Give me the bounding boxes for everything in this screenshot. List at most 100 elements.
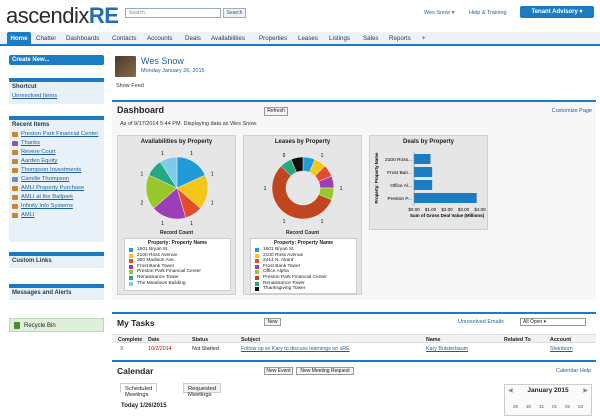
recent-item[interactable]: Aarden Equity [9,157,104,166]
tab-dashboards[interactable]: Dashboards [66,35,99,42]
recent-item[interactable]: Infinity Info Systems [9,202,104,211]
legend-swatch [255,253,259,258]
y-axis-label: Property: Property Name [374,152,379,203]
legend-entry: The Meadows Building [125,281,230,287]
record-icon [12,159,18,164]
recent-item-label: Infinity Info Systems [21,203,73,209]
calendar-day[interactable]: 03 [578,404,583,409]
search-input[interactable]: Search... [125,8,221,18]
help-link[interactable]: Help & Training [469,10,507,16]
slice-label: 1 [211,171,214,177]
bar[interactable] [414,154,431,164]
avatar[interactable] [115,56,136,77]
leases-donut[interactable]: 1 1 1 1 1 9 [244,148,363,233]
logo[interactable]: ascendixRE [6,3,119,29]
unresolved-emails-link[interactable]: Unresolved Emails [458,319,504,325]
col-date: Date [148,337,160,343]
shortcut-unresolved[interactable]: Unresolved Items [9,92,104,101]
record-icon [12,177,18,182]
user-name[interactable]: Wes Snow [141,56,184,66]
shortcut-title: Shortcut [12,84,37,90]
new-meeting-request-button[interactable]: New Meeting Request [296,367,354,375]
tab-scheduled-meetings[interactable]: Scheduled Meetings [120,383,158,398]
tick-label: $2.00 [441,207,453,212]
deals-chart-card[interactable]: Deals by Property 2100 Ross... Frost Ban.… [369,135,488,230]
recent-item-label: Aarden Equity [21,158,58,164]
calendar-day[interactable]: 30 [526,404,531,409]
search-button[interactable]: Search [223,8,246,18]
mini-calendar[interactable]: January 2015 ◀ ▶ 29 30 31 01 02 03 [504,384,592,416]
tab-contacts[interactable]: Contacts [112,35,136,42]
calendar-day[interactable]: 01 [552,404,557,409]
app-menu-button[interactable]: Tenant Advisory ▾ [520,6,594,18]
recent-item[interactable]: Preston Park Financial Center [9,130,104,139]
recycle-bin-label: Recycle Bin [24,323,56,329]
col-account: Account [550,337,572,343]
my-tasks-section: My Tasks New Unresolved Emails All Open … [112,312,596,356]
bar[interactable] [414,193,477,203]
bar[interactable] [414,167,433,177]
recent-item[interactable]: AMLI Property Purchase [9,184,104,193]
refresh-button[interactable]: Refresh [264,107,288,116]
calendar-day[interactable]: 31 [539,404,544,409]
tab-leases[interactable]: Leases [298,35,318,42]
slice-label: 1 [321,153,324,159]
recent-title: Recent Items [12,122,50,128]
leases-chart-card[interactable]: Leases by Property 1 1 1 1 1 9 Record Count P… [243,135,362,295]
slice-label: 1 [141,171,144,177]
show-feed-button[interactable]: Show Feed [116,83,144,89]
bar[interactable] [414,180,433,190]
legend-label: Preston Park Financial Center [137,269,201,275]
new-task-button[interactable]: New [264,318,281,326]
col-subject: Subject [241,337,261,343]
calendar-day[interactable]: 02 [565,404,570,409]
recycle-bin-icon [14,322,20,329]
recent-item-label: Revere Court [21,149,56,155]
custom-links-title: Custom Links [12,258,52,264]
recycle-bin[interactable]: Recycle Bin [9,318,104,332]
task-subject[interactable]: Follow up w/ Kary to discuss learnings o… [241,346,350,352]
tab-properties[interactable]: Properties [259,35,287,42]
recent-item[interactable]: Thanks [9,139,104,148]
chart-measure: Record Count [285,230,320,236]
tab-sales[interactable]: Sales [363,35,378,42]
tab-home[interactable]: Home [7,32,31,46]
legend-label: Office Alpha [263,269,289,275]
tab-deals[interactable]: Deals [185,35,201,42]
tab-availabilities[interactable]: Availabilities [211,35,245,42]
new-event-button[interactable]: New Event [264,367,293,375]
tab-accounts[interactable]: Accounts [147,35,172,42]
tick-label: $0.00 [408,207,420,212]
deals-bar-chart[interactable]: 2100 Ross... Frost Ban... Office Al... Pres… [370,148,489,228]
recent-item[interactable]: Thompson Investments [9,166,104,175]
recent-item[interactable]: AMLI [9,211,104,220]
recent-item-label: AMLI Property Purchase [21,185,85,191]
slice-label: 1 [321,219,324,225]
task-complete[interactable]: X [120,346,124,352]
customize-page-link[interactable]: Customize Page [552,108,592,114]
prev-month-icon[interactable]: ◀ [508,387,513,394]
user-menu[interactable]: Wes Snow ▾ [424,10,454,16]
task-account[interactable]: Steinborn [550,346,573,352]
task-name[interactable]: Kary Bulsterbaum [426,346,468,352]
tab-chatter[interactable]: Chatter [36,35,56,42]
tab-reports[interactable]: Reports [389,35,411,42]
tab-requested-meetings[interactable]: Requested Meetings [183,383,222,398]
calendar-title: Calendar [117,366,154,376]
legend-swatch [255,264,259,269]
task-filter-select[interactable]: All Open ▾ [520,318,586,326]
availabilities-pie[interactable]: 1 1 1 1 1 2 1 1 [118,148,237,233]
availabilities-chart-card[interactable]: Availabilities by Property 1 1 1 1 1 2 1 1 Reco… [117,135,236,295]
tab-listings[interactable]: Listings [329,35,350,42]
recent-item[interactable]: Revere Court [9,148,104,157]
recent-item[interactable]: Camille Thompson [9,175,104,184]
create-new-button[interactable]: Create New... [9,55,104,65]
chart-title: Leases by Property [274,139,331,145]
recent-item-label: Thompson Investments [21,167,82,173]
calendar-help-link[interactable]: Calendar Help [556,368,591,374]
recent-item[interactable]: AMLI at the Ballpark [9,193,104,202]
tab-add[interactable]: + [422,35,426,42]
next-month-icon[interactable]: ▶ [583,387,588,394]
calendar-day[interactable]: 29 [513,404,518,409]
recent-item-label: AMLI [21,212,35,218]
